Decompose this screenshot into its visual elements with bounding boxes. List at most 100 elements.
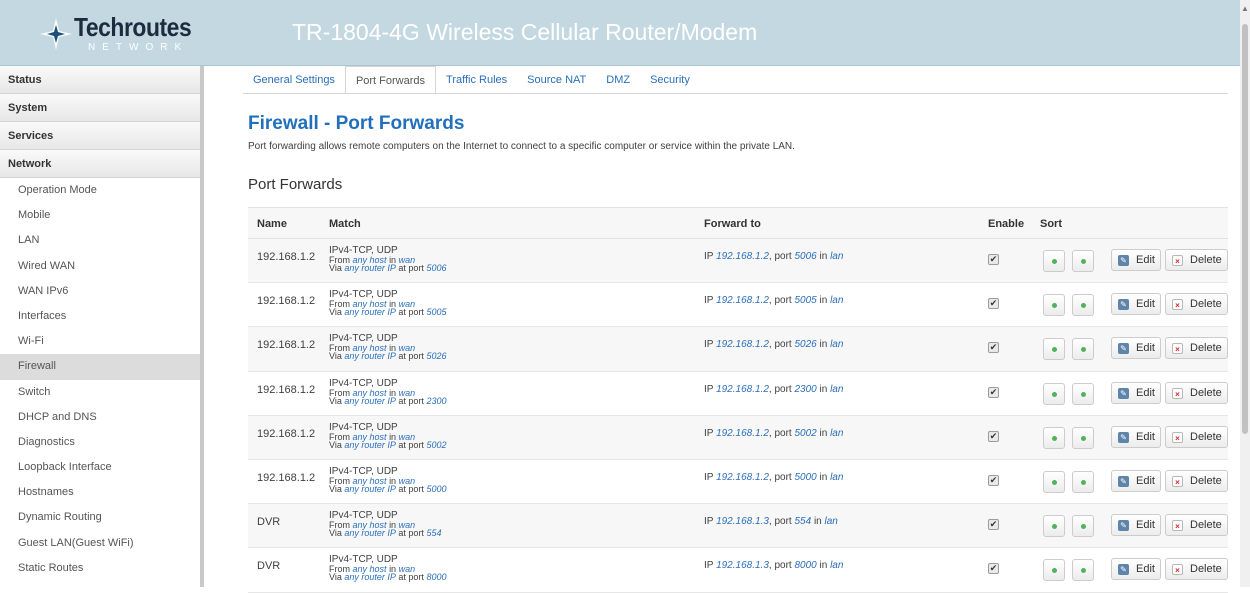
- via-port-link[interactable]: 2300: [426, 396, 446, 406]
- via-ip-link[interactable]: any router IP: [344, 263, 396, 273]
- fwd-zone-link[interactable]: lan: [830, 560, 843, 571]
- sidebar-category-status[interactable]: Status: [0, 66, 200, 94]
- fwd-ip-link[interactable]: 192.168.1.2: [716, 339, 769, 350]
- fwd-port-link[interactable]: 554: [794, 516, 811, 527]
- enable-checkbox[interactable]: ✔: [988, 563, 999, 575]
- tab-general-settings[interactable]: General Settings: [243, 66, 345, 94]
- delete-button[interactable]: × Delete: [1165, 249, 1228, 271]
- sidebar-category-system[interactable]: System: [0, 94, 200, 122]
- fwd-port-link[interactable]: 5002: [794, 428, 816, 439]
- move-up-button[interactable]: [1043, 250, 1065, 272]
- delete-button[interactable]: × Delete: [1165, 469, 1228, 492]
- edit-button[interactable]: ✎ Edit: [1111, 337, 1161, 360]
- sidebar-item-wired-wan[interactable]: Wired WAN: [0, 254, 200, 279]
- via-port-link[interactable]: 554: [426, 528, 441, 538]
- via-port-link[interactable]: 8000: [426, 572, 446, 582]
- via-ip-link[interactable]: any router IP: [344, 307, 396, 317]
- fwd-zone-link[interactable]: lan: [830, 428, 843, 439]
- tab-dmz[interactable]: DMZ: [596, 66, 640, 94]
- move-down-button[interactable]: [1072, 338, 1094, 361]
- move-up-button[interactable]: [1043, 426, 1065, 449]
- fwd-zone-link[interactable]: lan: [830, 339, 843, 350]
- enable-checkbox[interactable]: ✔: [988, 474, 999, 486]
- sidebar-item-lan[interactable]: LAN: [0, 228, 200, 253]
- enable-checkbox[interactable]: ✔: [988, 430, 999, 442]
- enable-checkbox[interactable]: ✔: [988, 519, 999, 531]
- edit-button[interactable]: ✎ Edit: [1111, 249, 1161, 271]
- fwd-port-link[interactable]: 5000: [794, 472, 816, 483]
- move-down-button[interactable]: [1072, 559, 1094, 582]
- fwd-ip-link[interactable]: 192.168.1.3: [716, 516, 769, 527]
- fwd-ip-link[interactable]: 192.168.1.3: [716, 560, 769, 571]
- vertical-scrollbar[interactable]: ▲: [1240, 0, 1250, 587]
- fwd-ip-link[interactable]: 192.168.1.2: [716, 428, 769, 439]
- delete-button[interactable]: × Delete: [1165, 293, 1228, 316]
- logo[interactable]: Techroutes NETWORK: [38, 10, 198, 56]
- sidebar-item-interfaces[interactable]: Interfaces: [0, 304, 200, 329]
- sidebar-item-diagnostics[interactable]: Diagnostics: [0, 430, 200, 455]
- edit-button[interactable]: ✎ Edit: [1111, 514, 1161, 537]
- sidebar-category-network[interactable]: Network: [0, 150, 200, 178]
- fwd-port-link[interactable]: 5006: [794, 251, 816, 262]
- via-port-link[interactable]: 5026: [426, 351, 446, 361]
- fwd-zone-link[interactable]: lan: [830, 295, 843, 306]
- scroll-thumb[interactable]: [1242, 24, 1248, 434]
- delete-button[interactable]: × Delete: [1165, 381, 1228, 404]
- move-up-button[interactable]: [1043, 470, 1065, 493]
- enable-checkbox[interactable]: ✔: [988, 298, 999, 310]
- move-up-button[interactable]: [1043, 382, 1065, 405]
- sidebar-item-switch[interactable]: Switch: [0, 380, 200, 405]
- fwd-ip-link[interactable]: 192.168.1.2: [716, 384, 769, 395]
- sidebar-item-static-routes[interactable]: Static Routes: [0, 556, 200, 581]
- edit-button[interactable]: ✎ Edit: [1111, 558, 1161, 581]
- sidebar-item-operation-mode[interactable]: Operation Mode: [0, 178, 200, 203]
- edit-button[interactable]: ✎ Edit: [1111, 381, 1161, 404]
- fwd-zone-link[interactable]: lan: [830, 472, 843, 483]
- tab-port-forwards[interactable]: Port Forwards: [344, 66, 437, 94]
- sidebar-item-dhcp-dns[interactable]: DHCP and DNS: [0, 405, 200, 430]
- fwd-port-link[interactable]: 2300: [794, 384, 816, 395]
- via-port-link[interactable]: 5005: [426, 307, 446, 317]
- via-ip-link[interactable]: any router IP: [344, 484, 396, 494]
- tab-traffic-rules[interactable]: Traffic Rules: [436, 66, 517, 94]
- sidebar-item-loopback[interactable]: Loopback Interface: [0, 455, 200, 480]
- move-up-button[interactable]: [1043, 338, 1065, 361]
- via-port-link[interactable]: 5006: [426, 263, 446, 273]
- delete-button[interactable]: × Delete: [1165, 558, 1228, 581]
- move-down-button[interactable]: [1072, 470, 1094, 493]
- edit-button[interactable]: ✎ Edit: [1111, 293, 1161, 316]
- sidebar-item-wifi[interactable]: Wi-Fi: [0, 329, 200, 354]
- delete-button[interactable]: × Delete: [1165, 514, 1228, 537]
- fwd-ip-link[interactable]: 192.168.1.2: [716, 295, 769, 306]
- via-ip-link[interactable]: any router IP: [344, 351, 396, 361]
- sidebar-item-mobile[interactable]: Mobile: [0, 203, 200, 228]
- via-port-link[interactable]: 5000: [426, 484, 446, 494]
- tab-security[interactable]: Security: [640, 66, 700, 94]
- tab-source-nat[interactable]: Source NAT: [517, 66, 596, 94]
- move-up-button[interactable]: [1043, 294, 1065, 317]
- via-ip-link[interactable]: any router IP: [344, 528, 396, 538]
- scroll-up-icon[interactable]: ▲: [1241, 4, 1249, 13]
- move-down-button[interactable]: [1072, 426, 1094, 449]
- delete-button[interactable]: × Delete: [1165, 425, 1228, 448]
- fwd-zone-link[interactable]: lan: [830, 384, 843, 395]
- fwd-ip-link[interactable]: 192.168.1.2: [716, 251, 769, 262]
- move-down-button[interactable]: [1072, 515, 1094, 538]
- move-up-button[interactable]: [1043, 559, 1065, 582]
- via-port-link[interactable]: 5002: [426, 440, 446, 450]
- move-down-button[interactable]: [1072, 250, 1094, 272]
- via-ip-link[interactable]: any router IP: [344, 572, 396, 582]
- move-down-button[interactable]: [1072, 382, 1094, 405]
- move-up-button[interactable]: [1043, 515, 1065, 538]
- sidebar-item-wan-ipv6[interactable]: WAN IPv6: [0, 279, 200, 304]
- edit-button[interactable]: ✎ Edit: [1111, 425, 1161, 448]
- sidebar-item-hostnames[interactable]: Hostnames: [0, 480, 200, 505]
- fwd-ip-link[interactable]: 192.168.1.2: [716, 472, 769, 483]
- enable-checkbox[interactable]: ✔: [988, 254, 999, 265]
- enable-checkbox[interactable]: ✔: [988, 342, 999, 354]
- fwd-port-link[interactable]: 5005: [794, 295, 816, 306]
- edit-button[interactable]: ✎ Edit: [1111, 469, 1161, 492]
- fwd-zone-link[interactable]: lan: [830, 251, 843, 262]
- fwd-zone-link[interactable]: lan: [825, 516, 838, 527]
- via-ip-link[interactable]: any router IP: [344, 396, 396, 406]
